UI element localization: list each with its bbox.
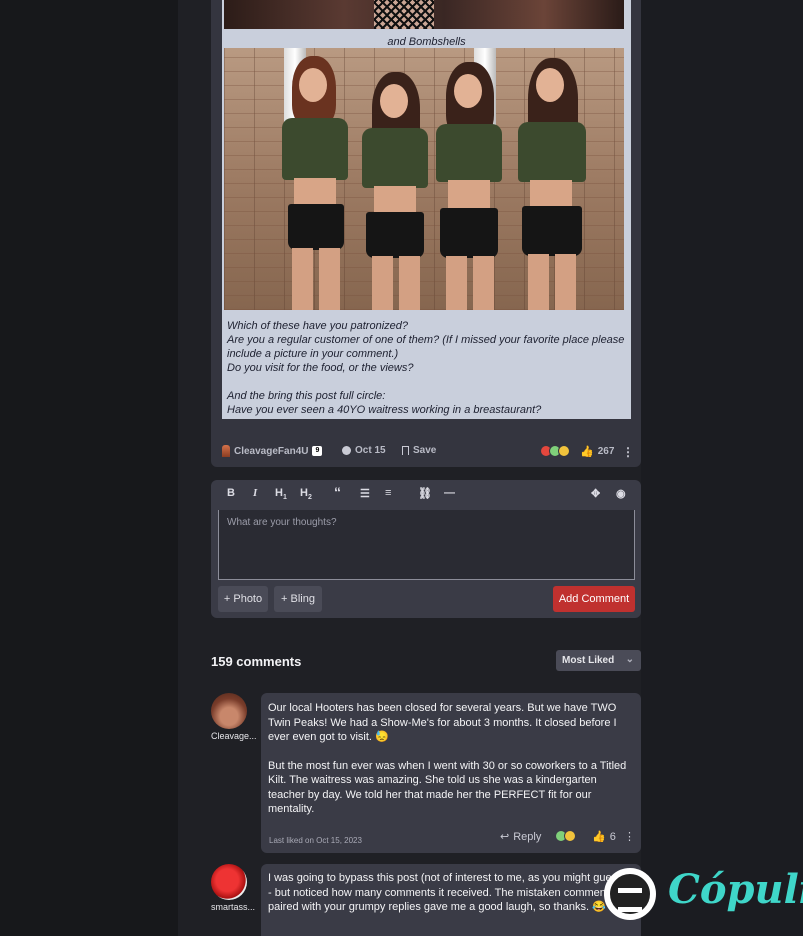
comment-paragraph: Our local Hooters has been closed for se… [268, 702, 617, 743]
like-count: 267 [597, 446, 615, 457]
plus-icon: + [223, 593, 234, 605]
author-link[interactable]: CleavageFan4U 9 [222, 445, 323, 457]
editor-toolbar: B I H1 H2 “ ☰ ≡ ⛓ — ✥ ◉ [211, 484, 641, 504]
comment-username[interactable]: smartass... [211, 902, 259, 912]
image-caption: and Bombshells [387, 36, 466, 48]
avatar[interactable] [211, 693, 247, 729]
right-rail [641, 0, 803, 936]
italic-button[interactable]: I [253, 487, 257, 499]
post-image-top [224, 0, 624, 29]
reaction-emojis [555, 830, 576, 842]
comment-text: Our local Hooters has been closed for se… [268, 701, 630, 831]
bold-button[interactable]: B [227, 487, 235, 499]
comment-like-button[interactable]: 👍 6 [592, 830, 616, 844]
avatar[interactable] [211, 864, 247, 900]
reply-label: Reply [513, 830, 542, 843]
brand-wordmark: Cópuli [668, 866, 803, 913]
reply-icon: ↩ [500, 831, 510, 843]
add-photo-button[interactable]: + Photo [218, 586, 268, 612]
clock-icon [342, 446, 351, 455]
chevron-down-icon: ⌄ [625, 654, 634, 665]
thumbs-up-icon: 👍 [580, 446, 594, 458]
move-icon[interactable]: ✥ [591, 487, 600, 500]
heading2-button[interactable]: H2 [300, 487, 312, 501]
thumbs-up-icon: 👍 [592, 831, 606, 843]
page: and Bombshells Which of these have you p… [0, 0, 803, 936]
save-button[interactable]: Save [402, 445, 436, 456]
comment-text: I was going to bypass this post (not of … [268, 871, 630, 929]
post-photo[interactable] [224, 48, 624, 310]
comment-textarea[interactable]: What are your thoughts? [218, 510, 635, 580]
comment-username[interactable]: Cleavage... [211, 731, 259, 741]
photo-label: Photo [233, 593, 263, 605]
post-meta-bar: CleavageFan4U 9 Oct 15 Save 👍 267 ⋮ [222, 442, 634, 462]
comment-like-count: 6 [609, 830, 616, 843]
add-comment-button[interactable]: Add Comment [553, 586, 635, 612]
heading1-button[interactable]: H1 [275, 487, 287, 501]
left-rail [0, 0, 178, 936]
preview-eye-icon[interactable]: ◉ [616, 487, 626, 500]
post-body-text: Which of these have you patronized? Are … [227, 319, 627, 417]
horizontal-rule-button[interactable]: — [444, 487, 455, 499]
add-bling-button[interactable]: + Bling [274, 586, 322, 612]
post-menu-button[interactable]: ⋮ [622, 445, 634, 459]
bullet-list-button[interactable]: ☰ [360, 487, 370, 500]
author-flair-icon [222, 445, 230, 457]
bling-label: Bling [290, 593, 315, 605]
reaction-emojis [540, 445, 570, 457]
kebab-menu-icon: ⋮ [624, 831, 635, 843]
comment-paragraph: I was going to bypass this post (not of … [268, 872, 627, 913]
comments-count: 159 comments [211, 654, 302, 669]
post-body-paragraph: Which of these have you patronized? Are … [227, 320, 625, 416]
post-date[interactable]: Oct 15 [342, 445, 386, 456]
comment-placeholder: What are your thoughts? [227, 517, 337, 528]
copuli-watermark-logo: Cópuli [604, 866, 803, 922]
ordered-list-button[interactable]: ≡ [385, 487, 391, 499]
save-label: Save [413, 445, 437, 456]
bookmark-icon [402, 446, 409, 455]
author-badge: 9 [312, 446, 323, 456]
reply-button[interactable]: ↩ Reply [500, 830, 542, 844]
like-button[interactable]: 👍 267 [580, 445, 614, 458]
author-name: CleavageFan4U [234, 445, 309, 457]
comment-menu-button[interactable]: ⋮ [624, 830, 635, 843]
post-date-text: Oct 15 [355, 445, 386, 456]
link-button[interactable]: ⛓ [418, 487, 432, 500]
reactions[interactable] [540, 445, 570, 457]
comment-paragraph: But the most fun ever was when I went wi… [268, 759, 627, 816]
sort-dropdown[interactable]: Most Liked ⌄ [556, 650, 641, 671]
comment-reactions[interactable] [555, 830, 576, 842]
copuli-logo-icon [604, 868, 656, 920]
last-liked-text: Last liked on Oct 15, 2023 [269, 836, 362, 845]
quote-button[interactable]: “ [334, 484, 341, 500]
sort-label: Most Liked [562, 655, 615, 666]
plus-icon: + [281, 593, 291, 605]
kebab-menu-icon: ⋮ [622, 445, 634, 459]
